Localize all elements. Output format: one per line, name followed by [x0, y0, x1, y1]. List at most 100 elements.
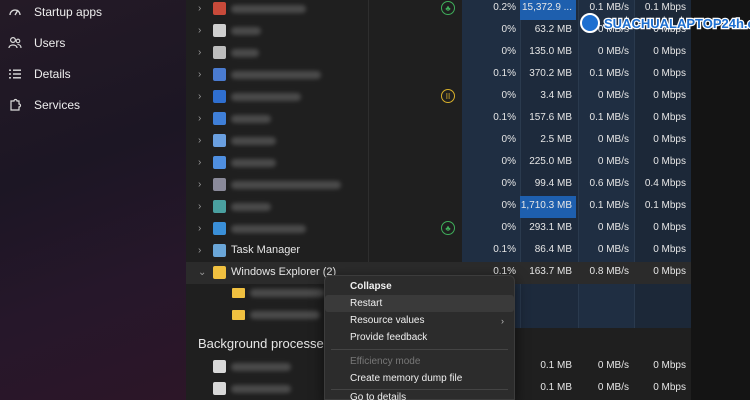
process-icon	[213, 68, 226, 81]
redacted-name	[231, 137, 276, 145]
chevron-right-icon[interactable]: ›	[198, 223, 208, 235]
watermark-text: SUACHUALAPTOP24h.com	[603, 14, 750, 32]
leaf-icon: ♣	[441, 221, 455, 235]
sidebar-item-details[interactable]: Details	[8, 63, 178, 85]
process-row[interactable]: › 0% 2.5 MB 0 MB/s 0 Mbps	[186, 130, 691, 152]
network-cell: 0 Mbps	[653, 46, 686, 57]
process-row[interactable]: › ♣ 0% 293.1 MB 0 MB/s 0 Mbps	[186, 218, 691, 240]
memory-cell: 2.5 MB	[540, 134, 572, 145]
chevron-right-icon[interactable]: ›	[198, 113, 208, 125]
process-row[interactable]: › 0% 135.0 MB 0 MB/s 0 Mbps	[186, 42, 691, 64]
process-icon	[213, 382, 226, 395]
memory-cell: 0.1 MB	[540, 382, 572, 393]
network-cell: 0 Mbps	[653, 68, 686, 79]
network-cell: 0 Mbps	[653, 382, 686, 393]
disk-cell: 0 MB/s	[597, 134, 629, 145]
menu-item-create-memory-dump[interactable]: Create memory dump file	[325, 370, 514, 387]
memory-cell: 135.0 MB	[529, 46, 572, 57]
network-cell: 0 Mbps	[653, 266, 686, 277]
chevron-right-icon[interactable]: ›	[198, 47, 208, 59]
sidebar-item-label: Startup apps	[34, 5, 103, 19]
disk-cell: 0 MB/s	[597, 90, 629, 101]
memory-cell: 293.1 MB	[529, 222, 572, 233]
background-processes-heading: Background processes	[198, 336, 331, 351]
chevron-right-icon[interactable]: ›	[198, 69, 208, 81]
menu-item-go-to-details[interactable]: Go to details	[325, 392, 514, 400]
redacted-name	[231, 115, 271, 123]
speedometer-icon	[8, 5, 22, 19]
disk-cell: 0.1 MB/s	[589, 68, 629, 79]
menu-item-label: Collapse	[350, 281, 392, 292]
menu-item-provide-feedback[interactable]: Provide feedback	[325, 329, 514, 346]
chevron-right-icon[interactable]: ›	[198, 157, 208, 169]
chevron-right-icon[interactable]: ›	[198, 25, 208, 37]
process-icon	[213, 266, 226, 279]
sidebar-item-users[interactable]: Users	[8, 32, 178, 54]
memory-cell: 0.1 MB	[540, 360, 572, 371]
leaf-icon: ♣	[441, 1, 455, 15]
process-row[interactable]: › 0.1% 157.6 MB 0.1 MB/s 0 Mbps	[186, 108, 691, 130]
sidebar-item-startup-apps[interactable]: Startup apps	[8, 1, 178, 23]
context-menu: Collapse Restart Resource values › Provid…	[324, 275, 515, 400]
menu-item-label: Provide feedback	[350, 332, 428, 343]
process-row[interactable]: › II 0% 3.4 MB 0 MB/s 0 Mbps	[186, 86, 691, 108]
disk-cell: 0.6 MB/s	[589, 178, 629, 189]
process-icon	[213, 90, 226, 103]
pause-icon: II	[441, 89, 455, 103]
process-row[interactable]: › 0% 99.4 MB 0.6 MB/s 0.4 Mbps	[186, 174, 691, 196]
puzzle-icon	[8, 98, 22, 112]
chevron-right-icon: ›	[501, 315, 504, 326]
redacted-name	[250, 289, 325, 297]
process-row[interactable]: › 0% 225.0 MB 0 MB/s 0 Mbps	[186, 152, 691, 174]
list-icon	[8, 67, 22, 81]
chevron-right-icon[interactable]: ›	[198, 91, 208, 103]
memory-cell: 15,372.9 ...	[521, 2, 572, 13]
chevron-down-icon[interactable]: ⌄	[198, 267, 208, 279]
cpu-cell: 0%	[501, 90, 516, 101]
menu-item-collapse[interactable]: Collapse	[325, 278, 514, 295]
memory-cell: 63.2 MB	[534, 24, 572, 35]
chevron-right-icon[interactable]: ›	[198, 201, 208, 213]
disk-cell: 0 MB/s	[597, 46, 629, 57]
sidebar-item-label: Users	[34, 36, 66, 50]
disk-cell: 0.1 MB/s	[589, 200, 629, 211]
menu-item-label: Go to details	[350, 392, 407, 400]
chevron-right-icon[interactable]: ›	[198, 3, 208, 15]
sidebar-item-label: Services	[34, 98, 81, 112]
process-icon	[213, 244, 226, 257]
cpu-cell: 0.1%	[493, 68, 516, 79]
chevron-right-icon[interactable]: ›	[198, 135, 208, 147]
redacted-name	[250, 311, 320, 319]
cpu-cell: 0%	[501, 156, 516, 167]
watermark: SUACHUALAPTOP24h.com	[580, 12, 750, 34]
memory-cell: 163.7 MB	[529, 266, 572, 277]
memory-cell: 225.0 MB	[529, 156, 572, 167]
network-cell: 0.1 Mbps	[644, 200, 686, 211]
network-cell: 0 Mbps	[653, 360, 686, 371]
folder-icon	[232, 288, 245, 298]
process-row[interactable]: › 0.1% 370.2 MB 0.1 MB/s 0 Mbps	[186, 64, 691, 86]
redacted-name	[231, 225, 306, 233]
process-row[interactable]: › 0% 1,710.3 MB 0.1 MB/s 0.1 Mbps	[186, 196, 691, 218]
disk-cell: 0 MB/s	[597, 222, 629, 233]
memory-cell: 1,710.3 MB	[520, 200, 572, 211]
sidebar-item-services[interactable]: Services	[8, 94, 178, 116]
chevron-right-icon[interactable]: ›	[198, 179, 208, 191]
chevron-right-icon[interactable]: ›	[198, 245, 208, 257]
redacted-name	[231, 5, 306, 13]
menu-item-restart[interactable]: Restart	[325, 295, 514, 312]
process-icon	[213, 2, 226, 15]
process-row[interactable]: › Task Manager 0.1% 86.4 MB 0 MB/s 0 Mbps	[186, 240, 691, 262]
disk-cell: 0 MB/s	[597, 244, 629, 255]
disk-cell: 0 MB/s	[597, 382, 629, 393]
network-cell: 0 Mbps	[653, 112, 686, 123]
menu-item-label: Efficiency mode	[350, 356, 421, 367]
cpu-cell: 0%	[501, 46, 516, 57]
process-icon	[213, 24, 226, 37]
memory-cell: 370.2 MB	[529, 68, 572, 79]
menu-item-resource-values[interactable]: Resource values ›	[325, 312, 514, 329]
menu-item-label: Restart	[350, 298, 383, 309]
folder-icon	[232, 310, 245, 320]
cpu-cell: 0%	[501, 24, 516, 35]
redacted-name	[231, 93, 301, 101]
